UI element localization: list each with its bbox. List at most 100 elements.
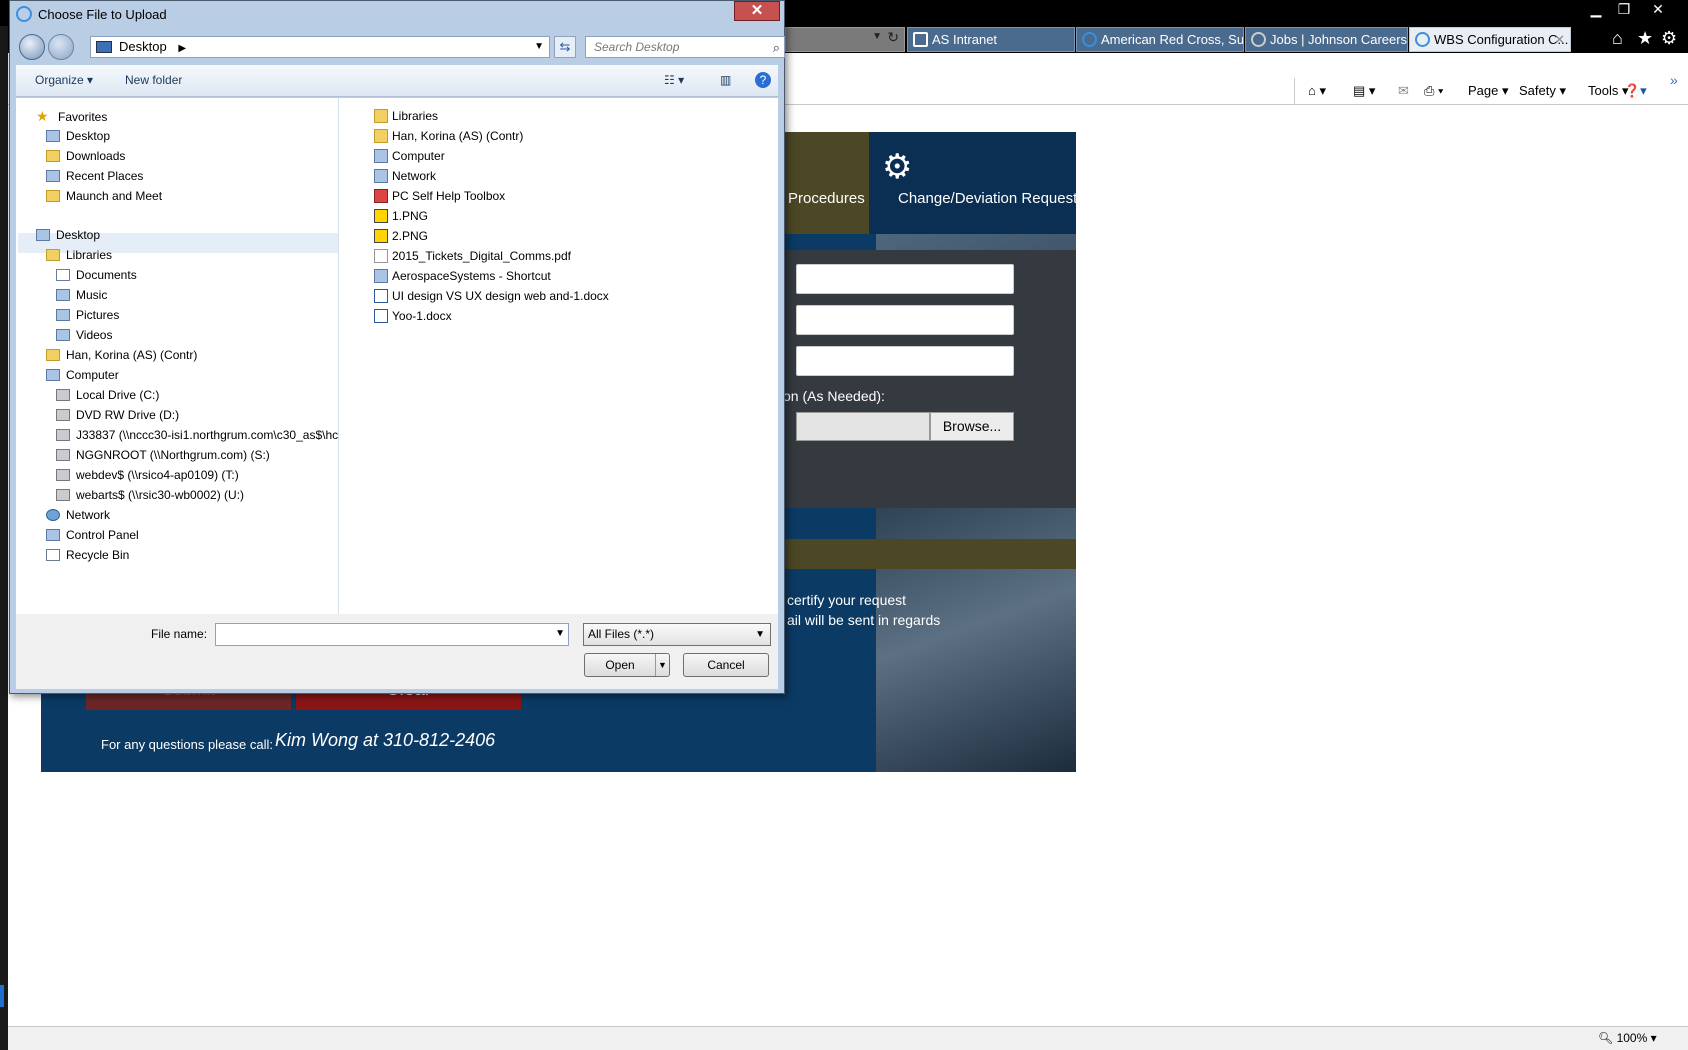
feeds-icon[interactable]: ▤ ▾ [1353, 82, 1375, 100]
dialog-close-button[interactable]: ✕ [734, 1, 780, 21]
nav-item-label: Desktop [56, 228, 101, 242]
file-item[interactable]: PC Self Help Toolbox [374, 187, 505, 206]
page-menu[interactable]: Page ▾ [1468, 82, 1509, 100]
new-folder-button[interactable]: New folder [125, 73, 182, 87]
nav-item[interactable]: Network [46, 506, 110, 525]
file-item[interactable]: 1.PNG [374, 207, 428, 226]
restore-icon[interactable]: ❐ [1611, 0, 1637, 18]
more-chevrons-icon[interactable]: » [1670, 72, 1678, 88]
file-type-select[interactable]: All Files (*.*) ▼ [583, 623, 771, 646]
address-dropdown-icon[interactable]: ▼ [872, 31, 882, 42]
file-item[interactable]: Network [374, 167, 436, 186]
nav-item-label: Network [66, 508, 111, 522]
recycle-bin-icon [46, 549, 60, 561]
cancel-button[interactable]: Cancel [683, 653, 769, 677]
nav-item[interactable]: Computer [46, 366, 119, 385]
settings-gear-icon[interactable]: ⚙ [1661, 28, 1677, 49]
nav-item-label: Maunch and Meet [66, 189, 163, 203]
nav-item[interactable]: Desktop [46, 127, 110, 146]
view-options-icon[interactable]: ☷ ▾ [664, 73, 684, 87]
favorites-star-icon[interactable]: ★ [1637, 28, 1653, 49]
mail-icon[interactable]: ✉ [1398, 82, 1409, 100]
file-name-input[interactable]: ▼ [215, 623, 569, 646]
home-button-icon[interactable]: ⌂ ▾ [1308, 82, 1326, 100]
nav-item[interactable]: Music [56, 286, 107, 305]
form-field-1[interactable] [796, 264, 1014, 294]
nav-item[interactable]: Documents [56, 266, 137, 285]
nav-item[interactable]: webdev$ (\\rsico4-ap0109) (T:) [56, 466, 239, 485]
nav-item[interactable]: Downloads [46, 147, 125, 166]
shortcut-icon [374, 269, 388, 283]
organize-button[interactable]: Organize ▾ [35, 73, 93, 87]
refresh-icon[interactable]: ↻ [887, 29, 899, 46]
nav-change-request[interactable]: ⚙ Change/Deviation Request [869, 132, 1076, 234]
file-item[interactable]: 2.PNG [374, 227, 428, 246]
tab-as-intranet[interactable]: AS Intranet [907, 27, 1075, 52]
nav-item[interactable]: ★ Favorites [36, 107, 107, 126]
path-breadcrumb[interactable]: Desktop ▶ ▼ [90, 36, 550, 58]
preview-pane-icon[interactable]: ▥ [720, 73, 731, 87]
word-icon [374, 289, 388, 303]
attachment-path-field[interactable] [796, 412, 930, 441]
nav-item[interactable]: webarts$ (\\rsic30-wb0002) (U:) [56, 486, 244, 505]
path-dropdown-icon[interactable]: ▼ [534, 37, 544, 57]
help-icon[interactable]: ? [755, 72, 771, 88]
chevron-down-icon[interactable]: ▼ [555, 628, 565, 639]
nav-item[interactable]: Libraries [46, 246, 112, 265]
nav-item[interactable]: Desktop [36, 226, 100, 245]
refresh-icon[interactable]: ⇆ [554, 36, 576, 58]
back-icon[interactable] [19, 34, 45, 60]
zoom-level[interactable]: 🔍︎ 100% ▾ [1598, 1031, 1657, 1045]
file-item[interactable]: UI design VS UX design web and-1.docx [374, 287, 609, 306]
tab-close-icon[interactable]: ✕ [1554, 28, 1565, 51]
file-item[interactable]: 2015_Tickets_Digital_Comms.pdf [374, 247, 571, 266]
desktop-icon [36, 229, 50, 241]
tab-johnson-careers[interactable]: Jobs | Johnson Careers [1245, 27, 1408, 52]
nav-item[interactable]: Videos [56, 326, 112, 345]
print-icon[interactable]: ⎙ ▾ [1424, 82, 1443, 100]
nav-item[interactable]: Han, Korina (AS) (Contr) [46, 346, 197, 365]
file-item-label: 1.PNG [392, 209, 429, 223]
nav-item-label: Local Drive (C:) [76, 388, 160, 402]
address-bar[interactable]: ▼ ↻ [785, 27, 905, 52]
nav-item[interactable]: Control Panel [46, 526, 139, 545]
home-icon[interactable]: ⌂ [1612, 28, 1623, 49]
nav-item[interactable]: Recent Places [46, 167, 143, 186]
nav-item-label: webdev$ (\\rsico4-ap0109) (T:) [76, 468, 239, 482]
file-item[interactable]: Yoo-1.docx [374, 307, 452, 326]
tools-menu[interactable]: Tools ▾ [1588, 82, 1629, 100]
browse-button[interactable]: Browse... [930, 412, 1014, 441]
file-item[interactable]: AerospaceSystems - Shortcut [374, 267, 551, 286]
forward-icon[interactable] [48, 34, 74, 60]
network-icon [374, 169, 388, 183]
nav-item[interactable]: Pictures [56, 306, 119, 325]
open-button[interactable]: Open ▼ [584, 653, 670, 677]
drive-icon [56, 389, 70, 401]
form-field-3[interactable] [796, 346, 1014, 376]
nav-item[interactable]: Local Drive (C:) [56, 386, 159, 405]
network-drive-icon [56, 469, 70, 481]
nav-item[interactable]: NGGNROOT (\\Northgrum.com) (S:) [56, 446, 270, 465]
help-icon[interactable]: ❓▾ [1624, 82, 1647, 100]
nav-item-label: Recycle Bin [66, 548, 130, 562]
file-item[interactable]: Han, Korina (AS) (Contr) [374, 127, 523, 146]
minimize-icon[interactable]: ▁ [1583, 0, 1609, 18]
fireworks-icon [374, 209, 388, 223]
nav-item[interactable]: Maunch and Meet [46, 187, 162, 206]
path-arrow-icon[interactable]: ▶ [178, 43, 186, 54]
nav-item[interactable]: DVD RW Drive (D:) [56, 406, 179, 425]
tab-wbs-configuration[interactable]: WBS Configuration C... ✕ [1409, 27, 1571, 52]
nav-item[interactable]: J33837 (\\nccc30-isi1.northgrum.com\c30_… [56, 426, 338, 445]
search-input[interactable]: Search Desktop ⌕ [585, 36, 785, 58]
site-icon [1251, 32, 1266, 47]
window-close-icon[interactable]: ✕ [1645, 0, 1671, 18]
open-dropdown-icon[interactable]: ▼ [655, 654, 669, 676]
form-field-2[interactable] [796, 305, 1014, 335]
safety-menu[interactable]: Safety ▾ [1519, 82, 1566, 100]
tab-red-cross[interactable]: American Red Cross, Su... [1076, 27, 1244, 52]
nav-item[interactable]: Recycle Bin [46, 546, 129, 565]
nav-item-label: Control Panel [66, 528, 139, 542]
file-item[interactable]: Libraries [374, 107, 438, 126]
file-item[interactable]: Computer [374, 147, 445, 166]
word-icon [374, 309, 388, 323]
